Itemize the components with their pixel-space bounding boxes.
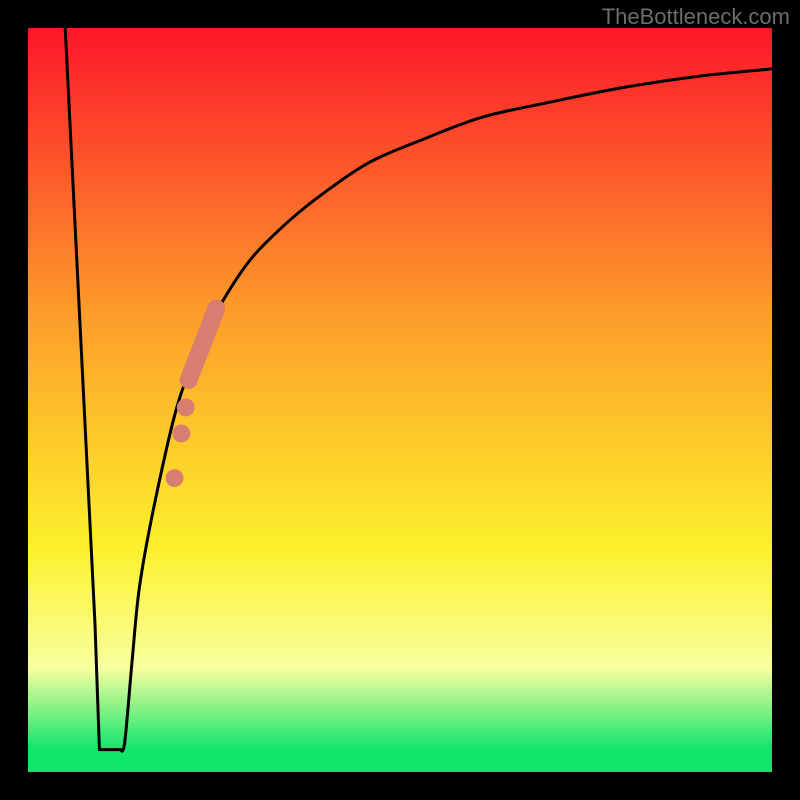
watermark-label: TheBottleneck.com xyxy=(602,4,790,30)
chart-curve-layer xyxy=(0,0,800,800)
marker-dot xyxy=(177,399,195,417)
highlight-markers xyxy=(166,399,195,488)
marker-dot xyxy=(166,469,184,487)
bottleneck-curve xyxy=(65,28,772,751)
marker-dot xyxy=(172,425,190,443)
highlight-capsule xyxy=(189,308,217,379)
chart-stage: TheBottleneck.com xyxy=(0,0,800,800)
